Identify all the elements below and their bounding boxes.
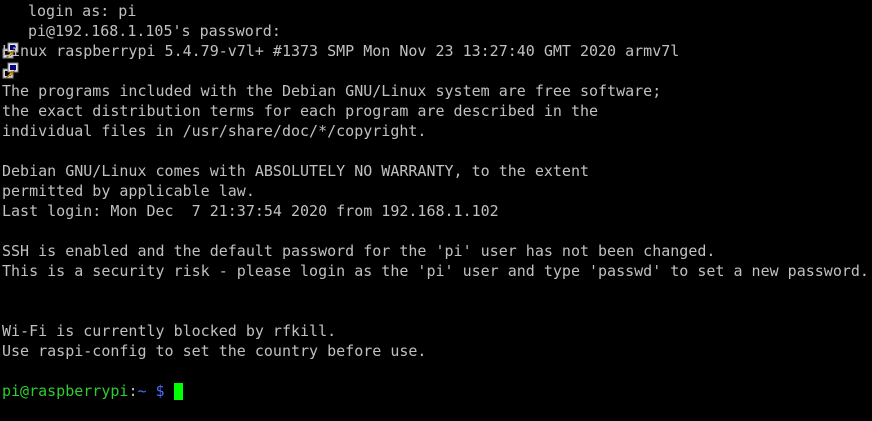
login-line: login as: pi [2, 1, 872, 59]
wifi-line-2: Use raspi-config to set the country befo… [2, 342, 427, 360]
prompt-separator: : [128, 382, 138, 400]
shell-prompt[interactable]: pi@raspberrypi: ~ $ [2, 381, 872, 401]
motd-line-1: The programs included with the Debian GN… [2, 82, 662, 100]
kernel-line: Linux raspberrypi 5.4.79-v7l+ #1373 SMP … [2, 42, 680, 60]
password-line: pi@192.168.1.105's password: [2, 21, 872, 79]
prompt-user-host: pi@raspberrypi [2, 382, 129, 400]
text-cursor[interactable] [173, 382, 183, 400]
ssh-warning-line-1: SSH is enabled and the default password … [2, 242, 716, 260]
terminal-window[interactable]: login as: pi pi@192.168.1.105's password… [0, 0, 872, 421]
last-login-line: Last login: Mon Dec 7 21:37:54 2020 from… [2, 202, 499, 220]
wifi-line-1: Wi-Fi is currently blocked by rfkill. [2, 322, 337, 340]
ssh-warning-line-2: This is a security risk - please login a… [2, 262, 869, 280]
motd-line-3: individual files in /usr/share/doc/*/cop… [2, 122, 427, 140]
putty-icon [2, 1, 22, 59]
login-prompt-text: login as: pi [28, 2, 137, 20]
prompt-symbol: $ [146, 382, 165, 400]
motd-line-2: the exact distribution terms for each pr… [2, 102, 599, 120]
putty-icon [2, 21, 22, 79]
warranty-line-2: permitted by applicable law. [2, 182, 255, 200]
warranty-line-1: Debian GNU/Linux comes with ABSOLUTELY N… [2, 162, 589, 180]
password-prompt-text: pi@192.168.1.105's password: [28, 22, 281, 40]
prompt-path: ~ [137, 382, 147, 400]
